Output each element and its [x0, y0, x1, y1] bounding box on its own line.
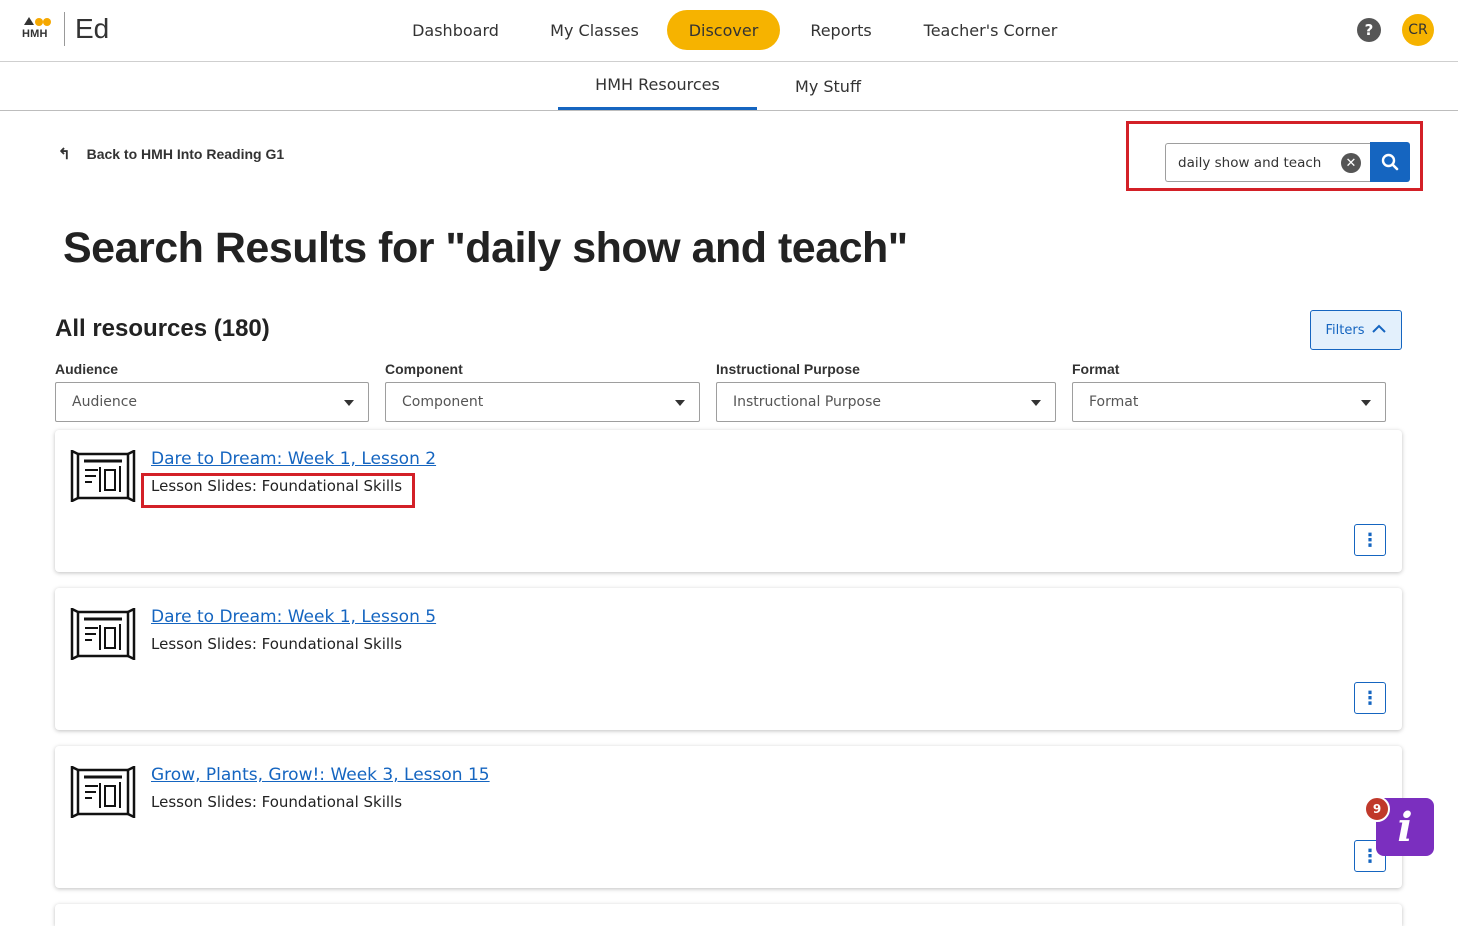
subtitle-highlight-box: [141, 473, 415, 508]
notification-badge: 9: [1364, 796, 1390, 822]
lesson-slides-icon: [70, 766, 136, 818]
result-card: [55, 904, 1402, 926]
more-options-button[interactable]: ⋮: [1354, 524, 1386, 556]
caret-down-icon: [675, 400, 685, 406]
nav-teachers-corner[interactable]: Teacher's Corner: [908, 10, 1073, 50]
page-title: Search Results for "daily show and teach…: [63, 224, 908, 272]
result-card: Dare to Dream: Week 1, Lesson 5 Lesson S…: [55, 588, 1402, 730]
search-icon: [1381, 153, 1399, 171]
more-options-button[interactable]: ⋮: [1354, 682, 1386, 714]
return-arrow-icon: ↰: [58, 146, 71, 163]
filters-toggle-button[interactable]: Filters: [1310, 310, 1402, 350]
component-value: Component: [402, 394, 484, 410]
search-field: ✕: [1165, 143, 1371, 182]
format-select[interactable]: Format: [1072, 382, 1386, 422]
resource-title-link[interactable]: Grow, Plants, Grow!: Week 3, Lesson 15: [151, 765, 490, 785]
nav-my-classes[interactable]: My Classes: [538, 10, 651, 50]
back-link-label: Back to HMH Into Reading G1: [86, 146, 285, 162]
user-avatar[interactable]: CR: [1402, 14, 1434, 46]
instructional-purpose-label: Instructional Purpose: [716, 361, 860, 377]
result-card: Grow, Plants, Grow!: Week 3, Lesson 15 L…: [55, 746, 1402, 888]
filters-label: Filters: [1325, 322, 1365, 338]
instructional-purpose-select[interactable]: Instructional Purpose: [716, 382, 1056, 422]
sub-nav: HMH Resources My Stuff: [0, 62, 1458, 111]
chevron-up-icon: [1372, 322, 1387, 338]
logo-divider: [64, 12, 65, 46]
component-label: Component: [385, 361, 463, 377]
logo-text: HMH: [22, 28, 48, 40]
instructional-purpose-value: Instructional Purpose: [733, 394, 882, 410]
resource-title-link[interactable]: Dare to Dream: Week 1, Lesson 2: [151, 449, 436, 469]
component-select[interactable]: Component: [385, 382, 700, 422]
resource-title-link[interactable]: Dare to Dream: Week 1, Lesson 5: [151, 607, 436, 627]
search-input[interactable]: [1178, 144, 1338, 181]
audience-value: Audience: [72, 394, 138, 410]
caret-down-icon: [344, 400, 354, 406]
resource-type: Lesson Slides: Foundational Skills: [151, 793, 403, 811]
hmh-logo-icon: HMH: [22, 14, 56, 44]
format-label: Format: [1072, 361, 1120, 377]
search-button[interactable]: [1370, 142, 1410, 182]
hmh-ed-logo[interactable]: HMH Ed: [22, 12, 109, 46]
nav-dashboard[interactable]: Dashboard: [398, 10, 513, 50]
lesson-slides-icon: [70, 450, 136, 502]
audience-label: Audience: [55, 361, 119, 377]
lesson-slides-icon: [70, 608, 136, 660]
results-count: All resources (180): [55, 315, 270, 342]
product-name: Ed: [75, 13, 110, 44]
tab-my-stuff[interactable]: My Stuff: [776, 62, 880, 110]
audience-select[interactable]: Audience: [55, 382, 369, 422]
format-value: Format: [1089, 394, 1139, 410]
caret-down-icon: [1031, 400, 1041, 406]
resource-type: Lesson Slides: Foundational Skills: [151, 635, 403, 653]
top-bar: HMH Ed Dashboard My Classes Discover Rep…: [0, 0, 1458, 62]
back-link[interactable]: ↰ Back to HMH Into Reading G1: [58, 145, 284, 163]
help-icon[interactable]: ?: [1357, 18, 1381, 42]
clear-icon[interactable]: ✕: [1341, 153, 1361, 173]
nav-discover[interactable]: Discover: [667, 10, 780, 50]
caret-down-icon: [1361, 400, 1371, 406]
tab-hmh-resources[interactable]: HMH Resources: [558, 62, 757, 110]
nav-reports[interactable]: Reports: [796, 10, 886, 50]
